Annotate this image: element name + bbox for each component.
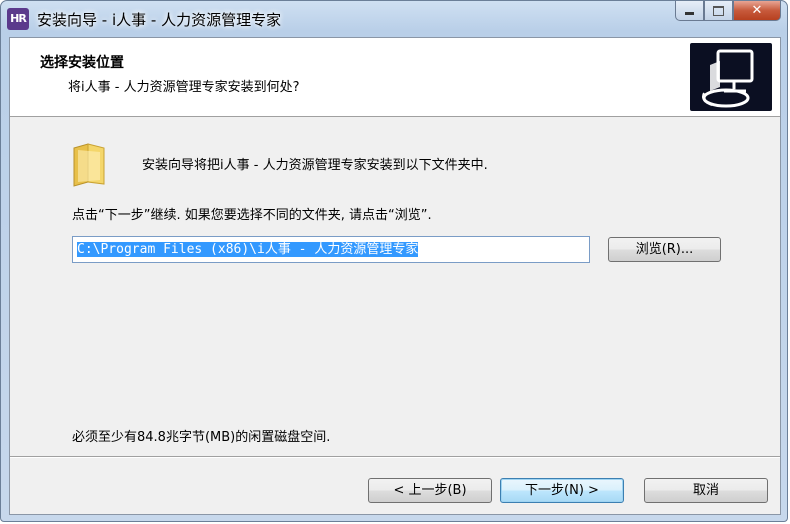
page-subtitle: 将i人事 - 人力资源管理专家安装到何处? [68, 80, 300, 95]
installer-window: HR 安装向导 - i人事 - 人力资源管理专家 ✕ 选择安装位置 将i人事 -… [0, 0, 788, 522]
install-intro-text: 安装向导将把i人事 - 人力资源管理专家安装到以下文件夹中. [142, 158, 488, 173]
close-button[interactable]: ✕ [733, 1, 781, 21]
app-icon: HR [7, 8, 29, 30]
minimize-icon [685, 12, 694, 15]
next-button[interactable]: 下一步(N) > [500, 478, 624, 503]
install-path-input[interactable]: C:\Program Files (x86)\i人事 - 人力资源管理专家 [72, 236, 590, 263]
wizard-header: 选择安装位置 将i人事 - 人力资源管理专家安装到何处? [10, 38, 780, 117]
caption-buttons: ✕ [675, 1, 781, 23]
disk-space-note: 必须至少有84.8兆字节(MB)的闲置磁盘空间. [72, 430, 331, 445]
wizard-body: 选择安装位置 将i人事 - 人力资源管理专家安装到何处? 安装向导将把i人事 -… [9, 37, 781, 515]
minimize-button[interactable] [675, 1, 704, 21]
browse-button[interactable]: 浏览(R)... [608, 237, 721, 262]
maximize-button[interactable] [704, 1, 733, 21]
page-title: 选择安装位置 [40, 55, 124, 71]
instruction-text: 点击“下一步”继续. 如果您要选择不同的文件夹, 请点击“浏览”. [72, 208, 432, 223]
back-button[interactable]: < 上一步(B) [368, 478, 492, 503]
install-path-value: C:\Program Files (x86)\i人事 - 人力资源管理专家 [77, 242, 419, 257]
folder-icon [70, 140, 110, 188]
cancel-button[interactable]: 取消 [644, 478, 768, 503]
window-title: 安装向导 - i人事 - 人力资源管理专家 [37, 11, 282, 29]
footer-divider [10, 456, 780, 458]
close-icon: ✕ [751, 3, 763, 18]
title-bar[interactable]: HR 安装向导 - i人事 - 人力资源管理专家 ✕ [1, 1, 787, 37]
maximize-icon [713, 5, 724, 16]
installer-computer-icon [690, 43, 772, 111]
